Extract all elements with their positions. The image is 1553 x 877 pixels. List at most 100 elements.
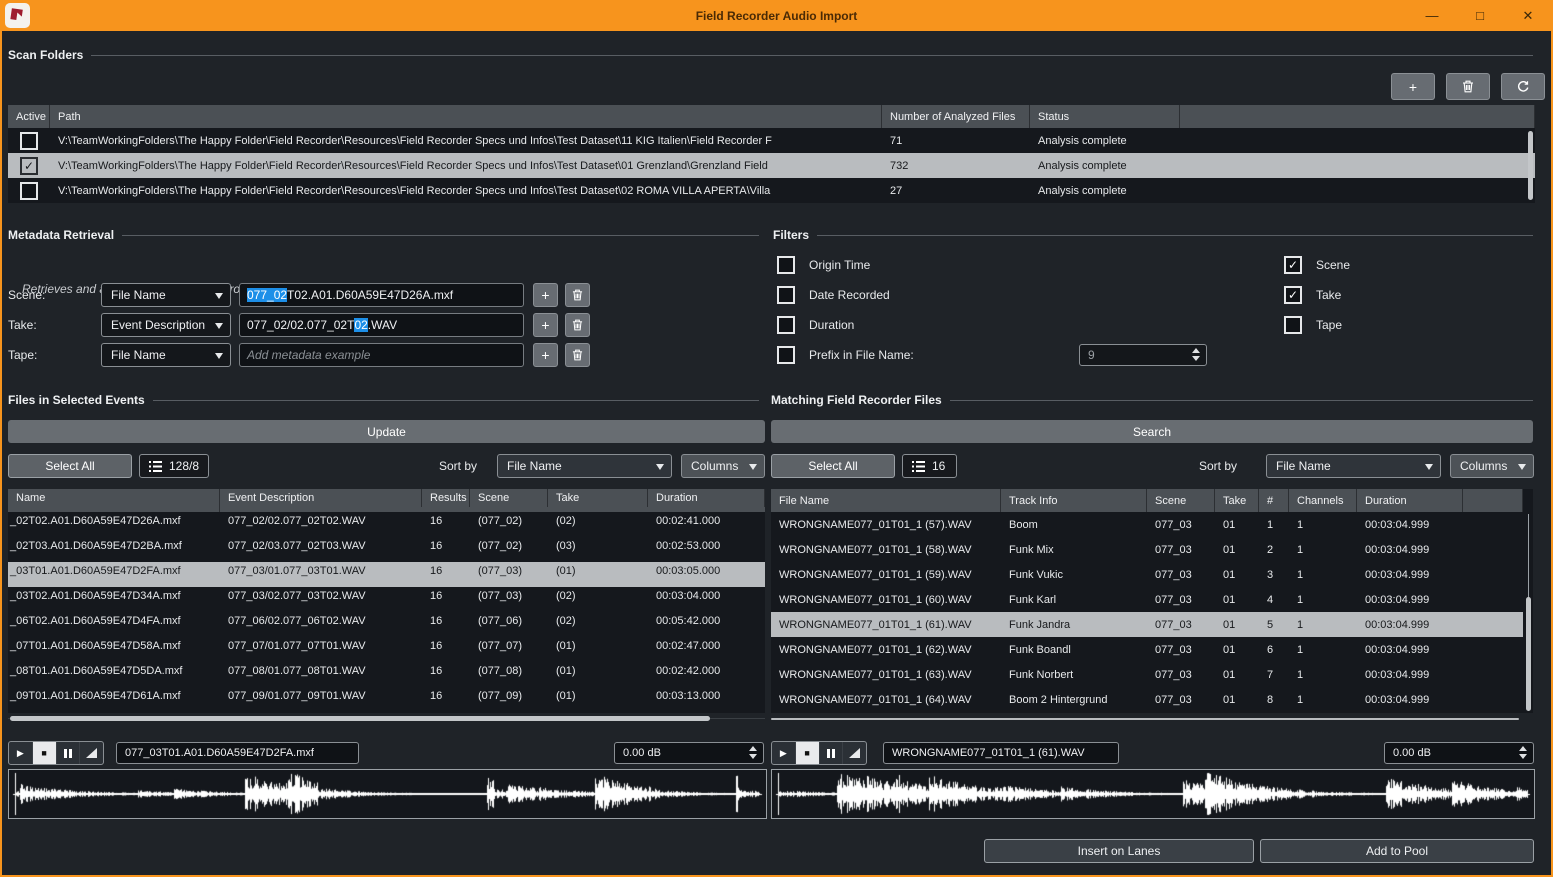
column-header[interactable]: Duration <box>648 489 765 507</box>
scene-source-dropdown[interactable]: File Name <box>101 283 231 307</box>
events-waveform[interactable] <box>8 769 767 819</box>
recorder-level-spinner[interactable]: 0.00 dB <box>1384 742 1534 764</box>
filter-duration[interactable]: Duration <box>777 316 854 334</box>
take-source-dropdown[interactable]: Event Description <box>101 313 231 337</box>
filter-scene[interactable]: Scene <box>1284 256 1350 274</box>
events-sort-dropdown[interactable]: File Name <box>497 454 672 478</box>
table-row[interactable]: WRONGNAME077_01T01_1 (61).WAVFunk Jandra… <box>771 612 1523 637</box>
column-header[interactable]: Channels <box>1289 489 1357 512</box>
scene-add-button[interactable]: + <box>533 283 558 307</box>
take-checkbox[interactable] <box>1284 286 1302 304</box>
duration-checkbox[interactable] <box>777 316 795 334</box>
scene-delete-button[interactable] <box>565 283 590 307</box>
audition-volume-button[interactable] <box>80 742 103 764</box>
table-row[interactable]: WRONGNAME077_01T01_1 (63).WAVFunk Norber… <box>771 662 1523 687</box>
close-button[interactable]: ✕ <box>1511 3 1545 29</box>
table-row[interactable]: _07T01.A01.D60A59E47D58A.mxf077_07/01.07… <box>8 637 765 662</box>
pause-button[interactable] <box>820 742 844 764</box>
events-level-spinner[interactable]: 0.00 dB <box>614 742 764 764</box>
events-columns-dropdown[interactable]: Columns <box>681 454 765 478</box>
filter-date-recorded[interactable]: Date Recorded <box>777 286 890 304</box>
spinner-arrows-icon[interactable] <box>1192 348 1200 361</box>
events-horizontal-scrollbar[interactable] <box>10 716 710 721</box>
table-row[interactable]: _09T01.A01.D60A59E47D61A.mxf077_09/01.07… <box>8 687 765 712</box>
filter-tape[interactable]: Tape <box>1284 316 1342 334</box>
column-header[interactable]: Name <box>8 489 220 507</box>
column-header[interactable]: # <box>1259 489 1289 512</box>
tape-delete-button[interactable] <box>565 343 590 367</box>
tape-add-button[interactable]: + <box>533 343 558 367</box>
recorder-select-all-button[interactable]: Select All <box>771 454 895 478</box>
tape-checkbox[interactable] <box>1284 316 1302 334</box>
spinner-arrows-icon[interactable] <box>749 746 757 759</box>
table-row[interactable]: WRONGNAME077_01T01_1 (64).WAVBoom 2 Hint… <box>771 687 1523 712</box>
table-row[interactable]: WRONGNAME077_01T01_1 (62).WAVFunk Boandl… <box>771 637 1523 662</box>
scan-table-vertical-scrollbar[interactable] <box>1528 131 1533 200</box>
recorder-columns-dropdown[interactable]: Columns <box>1450 454 1534 478</box>
add-to-pool-button[interactable]: Add to Pool <box>1260 839 1534 863</box>
column-header-path[interactable]: Path <box>50 105 882 128</box>
insert-on-lanes-button[interactable]: Insert on Lanes <box>984 839 1254 863</box>
column-header-count[interactable]: Number of Analyzed Files <box>882 105 1030 128</box>
active-checkbox[interactable] <box>20 157 38 175</box>
table-row[interactable]: V:\TeamWorkingFolders\The Happy Folder\F… <box>8 178 1535 203</box>
active-checkbox[interactable] <box>20 132 38 150</box>
column-header-status[interactable]: Status <box>1030 105 1180 128</box>
prefix-checkbox[interactable] <box>777 346 795 364</box>
table-row[interactable]: _02T03.A01.D60A59E47D2BA.mxf077_02/03.07… <box>8 537 765 562</box>
column-header[interactable]: Track Info <box>1001 489 1147 512</box>
stop-button[interactable]: ■ <box>33 742 57 764</box>
column-header[interactable]: Results <box>422 489 470 507</box>
maximize-button[interactable]: □ <box>1463 3 1497 29</box>
prefix-length-spinner[interactable]: 9 <box>1079 344 1207 366</box>
filter-take[interactable]: Take <box>1284 286 1341 304</box>
remove-folder-button[interactable] <box>1446 73 1490 100</box>
rescan-button[interactable] <box>1501 73 1545 100</box>
date-recorded-checkbox[interactable] <box>777 286 795 304</box>
recorder-player-file[interactable]: WRONGNAME077_01T01_1 (61).WAV <box>883 742 1119 764</box>
spinner-arrows-icon[interactable] <box>1519 746 1527 759</box>
take-add-button[interactable]: + <box>533 313 558 337</box>
table-row[interactable]: WRONGNAME077_01T01_1 (59).WAVFunk Vukic0… <box>771 562 1523 587</box>
table-row[interactable]: _08T01.A01.D60A59E47D5DA.mxf077_08/01.07… <box>8 662 765 687</box>
tape-example-input[interactable]: Add metadata example <box>239 343 524 367</box>
table-row[interactable]: WRONGNAME077_01T01_1 (58).WAVFunk Mix077… <box>771 537 1523 562</box>
scene-checkbox[interactable] <box>1284 256 1302 274</box>
recorder-waveform[interactable] <box>771 769 1535 819</box>
play-button[interactable]: ▶ <box>772 742 796 764</box>
tape-source-dropdown[interactable]: File Name <box>101 343 231 367</box>
search-button[interactable]: Search <box>771 420 1533 443</box>
column-header[interactable]: Scene <box>1147 489 1215 512</box>
take-delete-button[interactable] <box>565 313 590 337</box>
recorder-horizontal-scrollbar[interactable] <box>771 718 1519 720</box>
scene-example-input[interactable]: 077_02T02.A01.D60A59E47D26A.mxf <box>239 283 524 307</box>
minimize-button[interactable]: — <box>1415 3 1449 29</box>
add-folder-button[interactable]: + <box>1391 73 1435 100</box>
table-row[interactable]: _06T02.A01.D60A59E47D4FA.mxf077_06/02.07… <box>8 612 765 637</box>
stop-button[interactable]: ■ <box>796 742 820 764</box>
column-header-active[interactable]: Active <box>8 105 50 128</box>
column-header[interactable]: File Name <box>771 489 1001 512</box>
events-select-all-button[interactable]: Select All <box>8 454 132 478</box>
column-header[interactable]: Scene <box>470 489 548 507</box>
recorder-sort-dropdown[interactable]: File Name <box>1266 454 1441 478</box>
play-button[interactable]: ▶ <box>9 742 33 764</box>
table-row[interactable]: V:\TeamWorkingFolders\The Happy Folder\F… <box>8 153 1535 178</box>
column-header[interactable]: Event Description <box>220 489 422 507</box>
column-header[interactable]: Take <box>548 489 648 507</box>
filter-prefix[interactable]: Prefix in File Name: <box>777 346 914 364</box>
take-example-input[interactable]: 077_02/02.077_02T02.WAV <box>239 313 524 337</box>
table-row[interactable]: _03T02.A01.D60A59E47D34A.mxf077_03/02.07… <box>8 587 765 612</box>
events-player-file[interactable]: 077_03T01.A01.D60A59E47D2FA.mxf <box>116 742 359 764</box>
table-row[interactable]: _03T01.A01.D60A59E47D2FA.mxf077_03/01.07… <box>8 562 765 587</box>
table-row[interactable]: WRONGNAME077_01T01_1 (57).WAVBoom077_030… <box>771 512 1523 537</box>
audition-volume-button[interactable] <box>843 742 866 764</box>
column-header[interactable]: Duration <box>1357 489 1463 512</box>
column-header[interactable]: Take <box>1215 489 1259 512</box>
table-row[interactable]: V:\TeamWorkingFolders\The Happy Folder\F… <box>8 128 1535 153</box>
pause-button[interactable] <box>57 742 81 764</box>
update-button[interactable]: Update <box>8 420 765 443</box>
active-checkbox[interactable] <box>20 182 38 200</box>
table-row[interactable]: WRONGNAME077_01T01_1 (60).WAVFunk Karl07… <box>771 587 1523 612</box>
table-row[interactable]: _02T02.A01.D60A59E47D26A.mxf077_02/02.07… <box>8 512 765 537</box>
